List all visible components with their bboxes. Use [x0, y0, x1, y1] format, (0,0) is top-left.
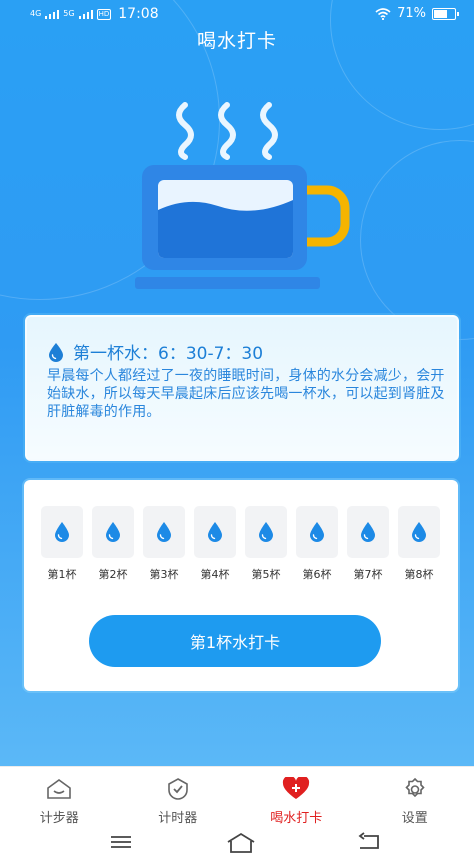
cup-box[interactable] — [194, 506, 236, 558]
tip-title: 第一杯水：6：30-7：30 — [47, 339, 263, 364]
cups-row: 第1杯 第2杯 第3杯 第4杯 第5杯 第6杯 第7杯 第8杯 — [41, 506, 440, 582]
heart-plus-icon — [282, 775, 310, 805]
network-4g-label: 4G — [30, 9, 42, 18]
system-nav-bar — [0, 824, 474, 861]
cups-card: 第1杯 第2杯 第3杯 第4杯 第5杯 第6杯 第7杯 第8杯 第1杯水打卡 — [24, 480, 458, 691]
bottom-tab-bar: 计步器 计时器 喝水打卡 设置 — [0, 766, 474, 826]
water-drop-icon — [361, 522, 375, 542]
steam-icon — [176, 102, 278, 160]
cup-label: 第3杯 — [149, 568, 179, 581]
cup-box[interactable] — [143, 506, 185, 558]
home-icon[interactable] — [225, 832, 257, 854]
gear-icon — [402, 777, 428, 805]
back-icon[interactable] — [356, 832, 382, 852]
status-time: 17:08 — [118, 6, 159, 22]
tip-title-text: 第一杯水：6：30-7：30 — [73, 344, 264, 364]
cup-item[interactable]: 第2杯 — [92, 506, 134, 582]
checkin-button[interactable]: 第1杯水打卡 — [89, 615, 381, 667]
cup-label: 第6杯 — [302, 568, 332, 581]
page-title: 喝水打卡 — [196, 30, 277, 52]
water-drop-icon — [310, 522, 324, 542]
water-drop-icon — [157, 522, 171, 542]
tab-1[interactable]: 计时器 — [119, 767, 238, 826]
battery-fill — [434, 9, 448, 18]
cup-label: 第7杯 — [353, 568, 383, 581]
cup-item[interactable]: 第4杯 — [194, 506, 236, 582]
cup-box[interactable] — [92, 506, 134, 558]
cup-item[interactable]: 第5杯 — [245, 506, 287, 582]
tab-3[interactable]: 设置 — [356, 767, 474, 826]
battery-icon — [432, 7, 459, 20]
network-5g-label: 5G — [63, 9, 75, 18]
tip-body: 早晨每个人都经过了一夜的睡眠时间，身体的水分会减少，会开始缺水，所以每天早晨起床… — [47, 368, 445, 420]
cup-label: 第8杯 — [404, 568, 434, 581]
cup-item[interactable]: 第7杯 — [347, 506, 389, 582]
cup-label: 第5杯 — [251, 568, 281, 581]
decor-circle — [360, 140, 474, 340]
hd-badge: HD — [96, 8, 112, 20]
cup-box[interactable] — [245, 506, 287, 558]
cup-box[interactable] — [347, 506, 389, 558]
cup-box[interactable] — [41, 506, 83, 558]
drink-tip-card: 第一杯水：6：30-7：30 早晨每个人都经过了一夜的睡眠时间，身体的水分会减少… — [25, 315, 459, 461]
home-face-icon — [45, 777, 73, 805]
cup-label: 第4杯 — [200, 568, 230, 581]
water-drop-icon — [55, 522, 69, 542]
signal-icon — [45, 9, 60, 19]
check-shield-icon — [166, 777, 190, 805]
cup-item[interactable]: 第8杯 — [398, 506, 440, 582]
menu-icon[interactable] — [108, 832, 134, 852]
cup-box[interactable] — [398, 506, 440, 558]
water-drop-icon — [208, 522, 222, 542]
battery-percent: 71% — [397, 6, 426, 21]
water-drop-icon — [106, 522, 120, 542]
water-drop-icon — [49, 342, 63, 362]
water-drop-icon — [259, 522, 273, 542]
cup-label: 第2杯 — [98, 568, 128, 581]
tab-2[interactable]: 喝水打卡 — [237, 767, 356, 826]
cup-item[interactable]: 第1杯 — [41, 506, 83, 582]
tab-0[interactable]: 计步器 — [0, 767, 119, 826]
cup-label: 第1杯 — [47, 568, 77, 581]
coffee-mug-illustration — [135, 102, 350, 289]
cup-item[interactable]: 第3杯 — [143, 506, 185, 582]
cup-box[interactable] — [296, 506, 338, 558]
wifi-icon — [375, 7, 391, 20]
signal-icon — [78, 9, 93, 19]
cup-item[interactable]: 第6杯 — [296, 506, 338, 582]
water-drop-icon — [412, 522, 426, 542]
